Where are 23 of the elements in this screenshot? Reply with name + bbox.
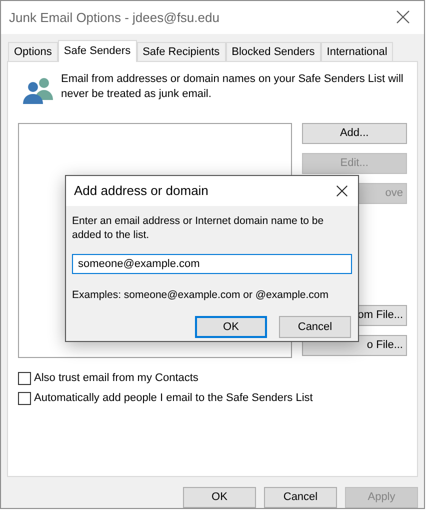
tab[interactable]: Options	[8, 42, 58, 61]
dialog-title: Add address or domain	[74, 182, 208, 200]
address-input[interactable]: someone@example.com	[72, 254, 352, 274]
tab[interactable]: Safe Recipients	[136, 42, 226, 61]
dialog-button[interactable]: Cancel	[279, 316, 351, 338]
people-icon	[23, 76, 53, 104]
tab[interactable]: Safe Senders	[58, 40, 137, 62]
tab[interactable]: Blocked Senders	[226, 42, 321, 61]
examples-text: Examples: someone@example.com or @example.com	[72, 288, 330, 303]
checkbox[interactable]	[18, 392, 31, 406]
close-icon[interactable]	[396, 10, 410, 24]
dialog-prompt: Enter an email address or Internet domain name to be added to the list.	[72, 214, 325, 242]
info-text: Email from addresses or domain names on your Safe Senders List will never be treated as junk email.	[61, 72, 404, 102]
checkbox-label: Automatically add people I email to the Safe Senders List	[34, 391, 313, 406]
tab[interactable]: International	[320, 42, 394, 61]
dialog-button[interactable]: OK	[195, 316, 267, 338]
window-title: Junk Email Options - jdees@fsu.edu	[9, 8, 220, 27]
checkbox[interactable]	[18, 372, 31, 385]
footer-button[interactable]: OK	[183, 487, 256, 508]
side-button[interactable]: Add...	[302, 122, 407, 144]
checkbox-label: Also trust email from my Contacts	[34, 370, 198, 386]
close-icon[interactable]	[336, 185, 348, 197]
footer-button[interactable]: Cancel	[264, 487, 337, 508]
